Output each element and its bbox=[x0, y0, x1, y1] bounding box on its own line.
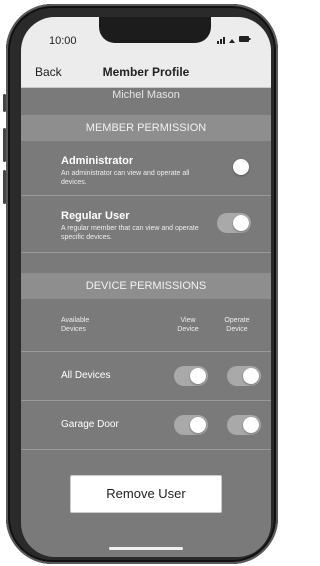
role-row-regular-user[interactable]: Regular User A regular member that can v… bbox=[21, 196, 271, 253]
operate-toggle-garage-door[interactable] bbox=[227, 415, 261, 435]
status-icons bbox=[217, 34, 251, 46]
device-row-all-devices: All Devices bbox=[21, 352, 271, 401]
mute-switch bbox=[3, 94, 6, 112]
screen: 10:00 Back Member Profile Michel Mason M… bbox=[21, 17, 271, 557]
view-toggle-garage-door[interactable] bbox=[174, 415, 208, 435]
toggle-knob bbox=[233, 215, 249, 231]
volume-down-button bbox=[3, 170, 6, 204]
administrator-toggle[interactable] bbox=[217, 157, 251, 177]
column-view-device: View Device bbox=[177, 317, 199, 333]
status-time: 10:00 bbox=[49, 35, 77, 47]
remove-user-button[interactable]: Remove User bbox=[70, 475, 222, 513]
column-operate-device: Operate Device bbox=[224, 317, 250, 333]
device-columns-row: Available Devices View Device Operate De… bbox=[21, 299, 271, 352]
toggle-knob bbox=[233, 159, 249, 175]
toggle-knob bbox=[243, 368, 259, 384]
view-toggle-all-devices[interactable] bbox=[174, 366, 208, 386]
column-available-devices: Available Devices bbox=[61, 317, 90, 333]
home-indicator bbox=[109, 547, 183, 550]
volume-up-button bbox=[3, 128, 6, 162]
regular-user-toggle[interactable] bbox=[217, 213, 251, 233]
member-name: Michel Mason bbox=[112, 89, 180, 101]
role-title: Administrator bbox=[61, 155, 134, 167]
device-name: All Devices bbox=[61, 370, 111, 381]
device-row-garage-door: Garage Door bbox=[21, 401, 271, 450]
notch bbox=[99, 17, 211, 43]
page-title: Member Profile bbox=[102, 65, 190, 79]
toggle-knob bbox=[190, 417, 206, 433]
phone-frame: 10:00 Back Member Profile Michel Mason M… bbox=[3, 4, 278, 564]
role-description: An administrator can view and operate al… bbox=[61, 170, 190, 186]
signal-wifi-battery-icon bbox=[217, 36, 251, 44]
status-bar: 10:00 bbox=[21, 17, 271, 55]
role-description: A regular member that can view and opera… bbox=[61, 225, 199, 241]
operate-toggle-all-devices[interactable] bbox=[227, 366, 261, 386]
device-name: Garage Door bbox=[61, 419, 119, 430]
device-permissions-header: DEVICE PERMISSIONS bbox=[21, 273, 271, 299]
toggle-knob bbox=[190, 368, 206, 384]
member-permission-header: MEMBER PERMISSION bbox=[21, 115, 271, 141]
role-row-administrator[interactable]: Administrator An administrator can view … bbox=[21, 141, 271, 196]
toggle-knob bbox=[243, 417, 259, 433]
nav-bar: Back Member Profile bbox=[21, 55, 271, 88]
role-title: Regular User bbox=[61, 210, 130, 222]
